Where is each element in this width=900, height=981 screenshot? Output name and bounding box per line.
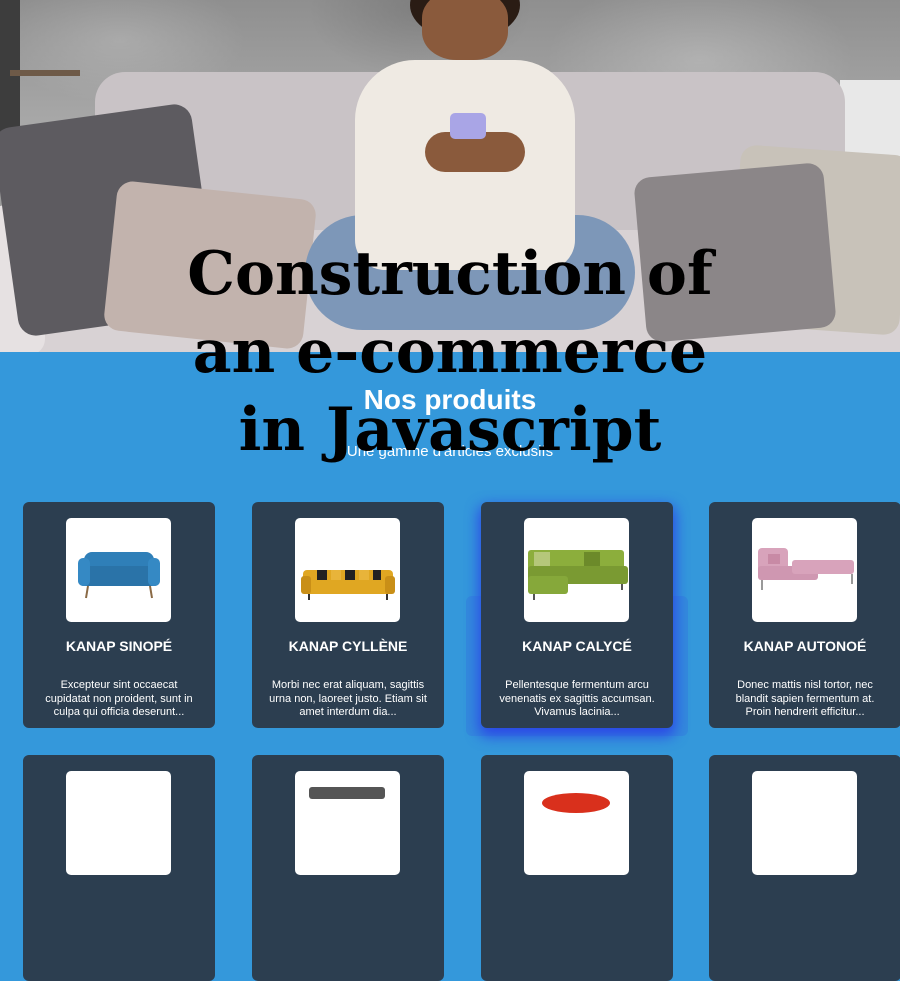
product-card[interactable]: KANAP AUTONOÉ Donec mattis nisl tortor, …	[709, 502, 900, 728]
product-description: Excepteur sint occaecat cupidatat non pr…	[45, 679, 193, 718]
green-sofa-icon	[528, 550, 628, 600]
product-name: KANAP CALYCÉ	[522, 638, 632, 654]
overlay-line: Construction of	[187, 239, 713, 309]
product-description: Pellentesque fermentum arcu venenatis ex…	[499, 679, 655, 718]
product-image	[752, 771, 857, 875]
product-image	[66, 518, 171, 622]
shelf	[10, 70, 80, 76]
product-name: KANAP CYLLÈNE	[288, 638, 408, 654]
product-name: KANAP AUTONOÉ	[743, 638, 867, 654]
product-image	[295, 771, 400, 875]
product-card[interactable]: KANAP CYLLÈNE Morbi nec erat aliquam, sa…	[252, 502, 444, 728]
product-image	[66, 771, 171, 875]
phone-icon	[450, 113, 486, 139]
product-card[interactable]: KANAP SINOPÉ Excepteur sint occaecat cup…	[23, 502, 215, 728]
product-image	[295, 518, 400, 622]
product-description: Donec mattis nisl tortor, nec blandit sa…	[735, 679, 875, 718]
product-image	[524, 518, 629, 622]
product-name: KANAP SINOPÉ	[65, 638, 173, 654]
overlay-line: in Javascript	[238, 395, 662, 465]
red-sofa-icon	[542, 793, 610, 813]
yellow-sofa-icon	[301, 570, 395, 600]
blue-sofa-icon	[78, 552, 160, 599]
side-table	[840, 80, 900, 160]
grey-sofa-icon	[309, 787, 385, 799]
overlay-line: an e-commerce	[192, 317, 708, 387]
product-card[interactable]	[252, 755, 444, 981]
product-card[interactable]	[709, 755, 900, 981]
pink-sofa-icon	[758, 548, 854, 590]
product-image	[524, 771, 629, 875]
overlay-caption: Construction of an e-commerce in Javascr…	[0, 235, 900, 469]
product-description: Morbi nec erat aliquam, sagittis urna no…	[269, 679, 427, 718]
product-image	[752, 518, 857, 622]
product-card[interactable]	[23, 755, 215, 981]
product-card[interactable]: KANAP CALYCÉ Pellentesque fermentum arcu…	[481, 502, 673, 728]
person-face	[422, 0, 508, 60]
product-card[interactable]	[481, 755, 673, 981]
